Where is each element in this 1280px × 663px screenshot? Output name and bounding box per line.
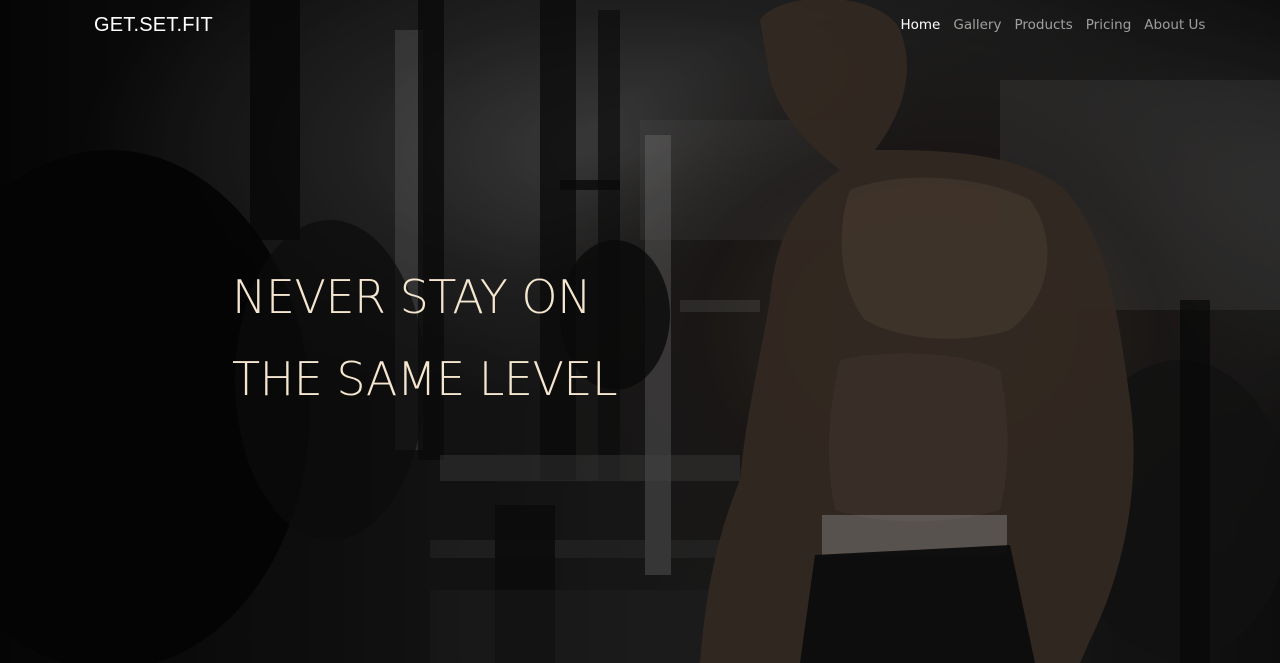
nav-menu: Home Gallery Products Pricing About Us (894, 17, 1212, 33)
nav-item-products[interactable]: Products (1008, 17, 1079, 33)
headline-line-2: THE SAME LEVEL (232, 352, 618, 406)
nav-item-gallery[interactable]: Gallery (947, 17, 1008, 33)
nav-item-pricing[interactable]: Pricing (1079, 17, 1138, 33)
hero-section: GET.SET.FIT Home Gallery Products Pricin… (0, 0, 1280, 663)
headline-line-1: NEVER STAY ON (232, 270, 592, 324)
top-navbar: GET.SET.FIT Home Gallery Products Pricin… (0, 0, 1280, 56)
brand-logo[interactable]: GET.SET.FIT (94, 14, 213, 37)
nav-item-home[interactable]: Home (894, 17, 947, 33)
hero-background-image (0, 0, 1280, 663)
hero-headline: NEVER STAY ON THE SAME LEVEL (232, 256, 618, 420)
nav-item-about-us[interactable]: About Us (1138, 17, 1212, 33)
